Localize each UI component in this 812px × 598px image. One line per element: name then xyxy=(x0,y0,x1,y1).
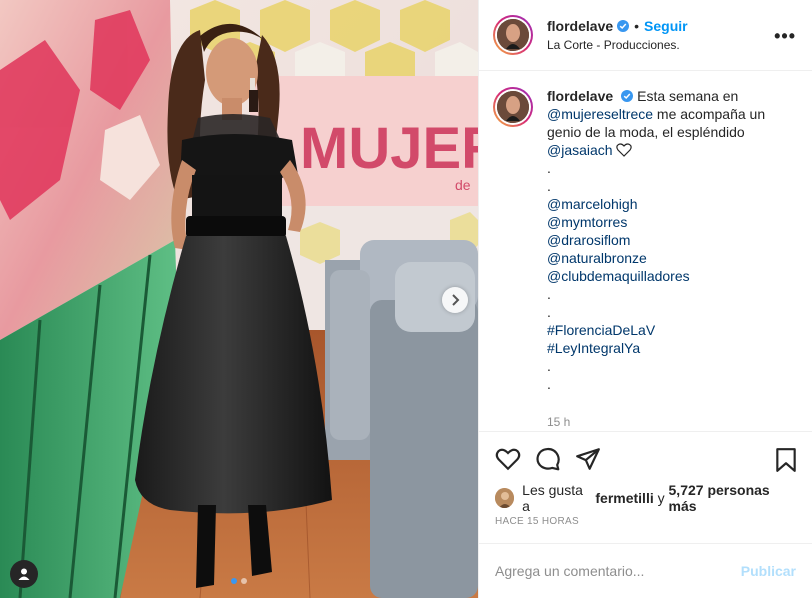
caption-dot: . xyxy=(547,357,551,374)
likes-count-link[interactable]: 5,727 personas más xyxy=(669,482,796,514)
caption-text: flordelave Esta semana en @mujereseltrece… xyxy=(547,87,795,431)
liker-username[interactable]: fermetilli xyxy=(595,490,653,506)
caption-hashtag[interactable]: #LeyIntegralYa xyxy=(547,339,795,357)
caption-mention[interactable]: @jasaiach xyxy=(547,142,613,158)
caption-dot: . xyxy=(547,159,551,176)
likes-prefix: Les gusta a xyxy=(522,481,583,514)
bookmark-icon[interactable] xyxy=(774,447,798,473)
publish-comment-button[interactable]: Publicar xyxy=(741,563,796,579)
caption-mention[interactable]: @marcelohigh xyxy=(547,195,795,213)
caption-dot: . xyxy=(547,177,551,194)
post-header: flordelave • Seguir La Corte - Produccio… xyxy=(479,0,812,71)
carousel-dot xyxy=(241,578,247,584)
comment-input[interactable]: Agrega un comentario... xyxy=(495,563,741,579)
caption-text-1: Esta semana en xyxy=(637,87,739,104)
caption-timestamp[interactable]: 15 h xyxy=(547,413,795,431)
separator-bullet: • xyxy=(634,17,640,34)
caption-dot: . xyxy=(547,303,551,320)
caption-mention[interactable]: @drarosiflom xyxy=(547,231,795,249)
chevron-right-icon xyxy=(452,294,460,306)
next-image-button[interactable] xyxy=(442,287,468,313)
caption-mention[interactable]: @mymtorres xyxy=(547,213,795,231)
post-timestamp[interactable]: HACE 15 HORAS xyxy=(479,516,812,538)
paper-plane-icon[interactable] xyxy=(575,446,601,472)
white-heart-icon xyxy=(616,143,633,157)
liker-avatar[interactable] xyxy=(495,487,515,508)
likes-summary: Les gusta a fermetilli y 5,727 personas … xyxy=(479,482,812,514)
caption-mention[interactable]: @clubdemaquilladores xyxy=(547,267,795,285)
comment-bubble-icon[interactable] xyxy=(535,446,561,472)
caption-mention[interactable]: @naturalbronze xyxy=(547,249,795,267)
location-link[interactable]: La Corte - Producciones. xyxy=(547,38,688,52)
add-comment-bar: Agrega un comentario... Publicar xyxy=(479,543,812,598)
caption-username[interactable]: flordelave xyxy=(547,88,613,104)
caption-dot: . xyxy=(547,375,551,392)
carousel-dot-active xyxy=(231,578,237,584)
post-photo: MUJER de xyxy=(0,0,478,598)
post-media[interactable]: MUJER de xyxy=(0,0,478,598)
post-sidebar: flordelave • Seguir La Corte - Produccio… xyxy=(478,0,812,598)
more-options-button[interactable]: ••• xyxy=(774,26,796,47)
svg-text:de: de xyxy=(455,177,471,193)
likes-joiner: y xyxy=(657,489,665,506)
follow-button[interactable]: Seguir xyxy=(644,18,688,34)
caption-area: flordelave Esta semana en @mujereseltrece… xyxy=(479,71,812,431)
carousel-indicator xyxy=(0,578,478,584)
svg-text:MUJER: MUJER xyxy=(300,116,478,181)
post-dialog: MUJER de xyxy=(0,0,812,598)
action-bar xyxy=(479,430,812,486)
verified-badge-icon xyxy=(621,89,634,102)
caption-author-avatar[interactable] xyxy=(493,86,533,127)
heart-icon[interactable] xyxy=(495,446,521,472)
caption-mention[interactable]: @mujereseltrece xyxy=(547,106,653,122)
caption-dot: . xyxy=(547,285,551,302)
author-avatar[interactable] xyxy=(493,14,533,55)
author-username[interactable]: flordelave xyxy=(547,18,613,34)
verified-badge-icon xyxy=(617,19,630,32)
caption-hashtag[interactable]: #FlorenciaDeLaV xyxy=(547,321,795,339)
